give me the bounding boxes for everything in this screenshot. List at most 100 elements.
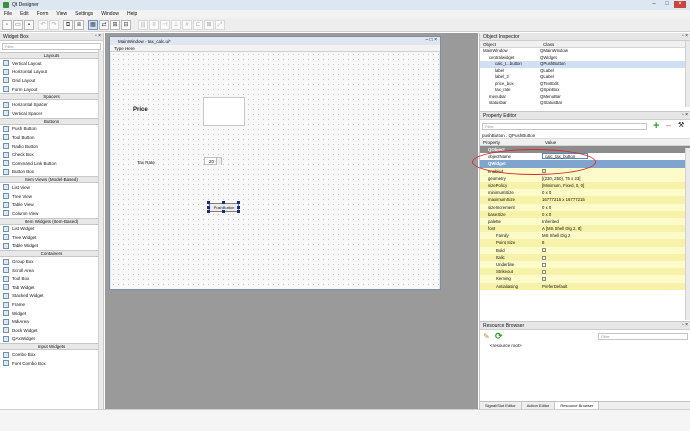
- tab-action-editor[interactable]: Action Editor: [522, 402, 556, 409]
- widget-item[interactable]: Tool Button: [0, 133, 103, 142]
- widget-item[interactable]: Frame: [0, 300, 103, 309]
- property-editor-scrollbar[interactable]: [685, 148, 690, 320]
- property-filter-input[interactable]: Filter: [482, 123, 647, 130]
- widget-item[interactable]: Group Box: [0, 257, 103, 266]
- checkbox[interactable]: [542, 255, 546, 260]
- widget-category-header[interactable]: Spacers: [0, 93, 103, 101]
- widget-item[interactable]: Combo Box: [0, 350, 103, 359]
- undo-icon[interactable]: ↶: [38, 20, 48, 30]
- widget-box-scrollbar[interactable]: [98, 50, 103, 409]
- widget-category-header[interactable]: Layouts: [0, 52, 103, 59]
- property-row[interactable]: Bold: [480, 246, 690, 254]
- object-tree-row[interactable]: statusbar QStatusBar: [480, 100, 690, 107]
- widget-item[interactable]: List Widget: [0, 225, 103, 234]
- widget-item[interactable]: Horizontal Layout: [0, 68, 103, 77]
- widget-category-header[interactable]: Buttons: [0, 117, 103, 125]
- checkbox[interactable]: [542, 270, 546, 275]
- property-row[interactable]: QWidget: [480, 160, 690, 168]
- widget-category-header[interactable]: Input Widgets: [0, 343, 103, 351]
- layout-form-icon[interactable]: ⊏: [193, 20, 203, 30]
- property-row[interactable]: Antialiasing PreferDefault: [480, 282, 690, 290]
- edit-tab-order-icon[interactable]: ⊟: [121, 20, 131, 30]
- selection-handle[interactable]: [237, 206, 240, 209]
- property-row[interactable]: sizePolicy [Minimum, Fixed, 0, 0]: [480, 181, 690, 190]
- tax-rate-label[interactable]: Tax Rate: [137, 160, 155, 165]
- property-row[interactable]: baseSize 0 x 0: [480, 210, 690, 218]
- maximize-icon[interactable]: □: [661, 1, 673, 8]
- edit-signals-slots-icon[interactable]: ⇄: [99, 20, 109, 30]
- widget-item[interactable]: Radio Button: [0, 142, 103, 151]
- menu-edit[interactable]: Edit: [16, 11, 33, 17]
- tab-resource-browser[interactable]: Resource Browser: [555, 402, 600, 409]
- configure-icon[interactable]: ⚒: [678, 121, 684, 129]
- widget-item[interactable]: List View: [0, 183, 103, 192]
- widget-item[interactable]: Push Button: [0, 125, 103, 134]
- widget-item[interactable]: Grid Layout: [0, 76, 103, 85]
- checkbox[interactable]: [542, 277, 546, 282]
- property-row[interactable]: Kerning: [480, 275, 690, 283]
- widget-item[interactable]: Dock Widget: [0, 326, 103, 335]
- dock-close-icon[interactable]: ▫ ×: [95, 33, 101, 39]
- property-row[interactable]: palette Inherited: [480, 217, 690, 226]
- layout-vertical-icon[interactable]: ≡: [149, 20, 159, 30]
- widget-item[interactable]: Vertical Spacer: [0, 109, 103, 118]
- edit-buddies-icon[interactable]: ⊞: [110, 20, 120, 30]
- open-form-icon[interactable]: ▭: [13, 20, 23, 30]
- dock-close-icon[interactable]: ▫ ×: [682, 112, 688, 118]
- widget-filter-input[interactable]: Filter: [2, 43, 101, 50]
- widget-item[interactable]: Tree View: [0, 192, 103, 201]
- widget-category-header[interactable]: Item Widgets (Item-Based): [0, 217, 103, 225]
- form-canvas[interactable]: Price Tax Rate 20 PushButton: [111, 52, 439, 289]
- add-dynamic-property-icon[interactable]: +: [653, 121, 663, 132]
- widget-category-header[interactable]: Item Views (Model-Based): [0, 176, 103, 184]
- property-row[interactable]: Strikeout: [480, 268, 690, 276]
- widget-item[interactable]: Horizontal Spacer: [0, 100, 103, 109]
- checkbox[interactable]: [542, 248, 546, 253]
- selection-handle[interactable]: [207, 210, 210, 213]
- property-row[interactable]: font A [MS Shell Dlg 2, 8]: [480, 225, 690, 233]
- spin-arrows-icon[interactable]: [216, 158, 221, 165]
- menu-settings[interactable]: Settings: [71, 11, 97, 17]
- widget-item[interactable]: Vertical Layout: [0, 59, 103, 68]
- widget-item[interactable]: Tool Box: [0, 274, 103, 283]
- dock-close-icon[interactable]: ▫ ×: [682, 322, 688, 328]
- price-text-edit[interactable]: [203, 97, 245, 126]
- widget-item[interactable]: Widget: [0, 309, 103, 318]
- menu-view[interactable]: View: [52, 11, 71, 17]
- resource-filter-input[interactable]: Filter: [598, 333, 688, 340]
- send-to-back-icon[interactable]: ⧈: [74, 20, 84, 30]
- tab-signal-slot-editor[interactable]: Signal/Slot Editor: [480, 402, 522, 409]
- selection-handle[interactable]: [222, 201, 225, 204]
- widget-item[interactable]: Form Layout: [0, 85, 103, 94]
- property-row[interactable]: QObject: [480, 146, 690, 154]
- break-layout-icon[interactable]: ⊠: [204, 20, 214, 30]
- widget-item[interactable]: Command Link Button: [0, 159, 103, 168]
- selection-handle[interactable]: [222, 210, 225, 213]
- widget-item[interactable]: Tab Widget: [0, 283, 103, 292]
- property-row[interactable]: sizeIncrement 0 x 0: [480, 203, 690, 211]
- property-row[interactable]: objectName calc_tax_button: [480, 153, 690, 161]
- form-window-controls-icon[interactable]: – □ ×: [426, 37, 438, 43]
- widget-item[interactable]: MdiArea: [0, 317, 103, 326]
- property-row[interactable]: enabled: [480, 167, 690, 175]
- checkbox[interactable]: [542, 169, 546, 174]
- widget-item[interactable]: Button Box: [0, 168, 103, 177]
- layout-split-horizontal-icon[interactable]: ⊣: [160, 20, 170, 30]
- close-icon[interactable]: ×: [674, 1, 686, 8]
- property-row[interactable]: Point Size 8: [480, 239, 690, 247]
- adjust-size-icon[interactable]: ⤢: [215, 20, 225, 30]
- menu-file[interactable]: File: [0, 11, 16, 17]
- price-label[interactable]: Price: [133, 107, 148, 113]
- minimize-icon[interactable]: –: [648, 1, 660, 8]
- property-row[interactable]: Underline: [480, 261, 690, 269]
- selection-handle[interactable]: [237, 201, 240, 204]
- menu-window[interactable]: Window: [97, 11, 123, 17]
- widget-item[interactable]: Stacked Widget: [0, 292, 103, 301]
- menu-form[interactable]: Form: [33, 11, 53, 17]
- widget-item[interactable]: QAxWidget: [0, 335, 103, 344]
- edit-widgets-icon[interactable]: ▦: [88, 20, 98, 30]
- widget-item[interactable]: Table View: [0, 200, 103, 209]
- bring-to-front-icon[interactable]: ⧉: [63, 20, 73, 30]
- selection-handle[interactable]: [207, 206, 210, 209]
- widget-item[interactable]: Tree Widget: [0, 233, 103, 242]
